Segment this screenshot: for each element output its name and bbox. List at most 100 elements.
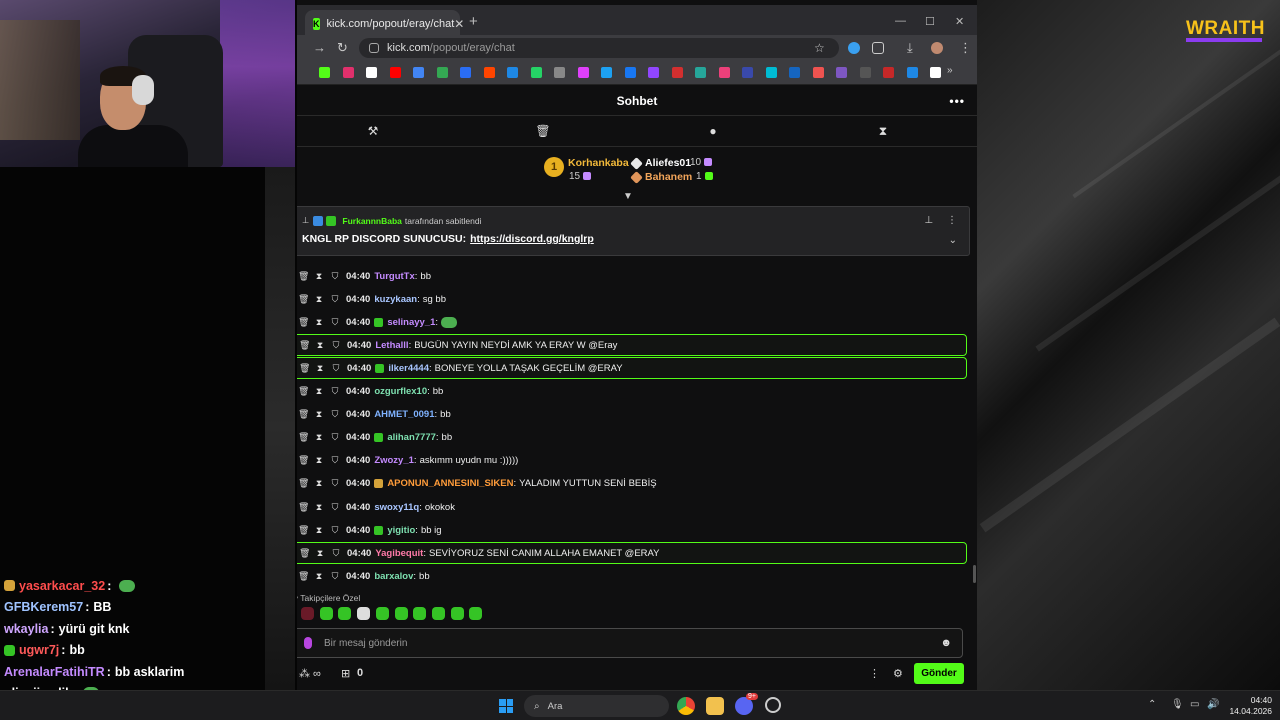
windows-start-icon[interactable] <box>499 699 513 713</box>
chat-message-row[interactable]: 🗑 ⧗ ⛉ 04:40 alihan7777: bb <box>297 427 967 449</box>
message-username[interactable]: AHMET_0091 <box>374 409 434 420</box>
ban-shield-icon[interactable]: ⛉ <box>331 340 341 351</box>
message-username[interactable]: ilker4444 <box>388 363 429 374</box>
microphone-tray-icon[interactable]: 🎙 <box>1171 699 1184 710</box>
chat-message-row[interactable]: 🗑 ⧗ ⛉ 04:40 TurgutTx: bb <box>297 265 967 287</box>
timeout-hourglass-icon[interactable]: ⧗ <box>314 478 324 489</box>
bookmark-favicon-icon[interactable] <box>577 67 589 78</box>
chrome-icon[interactable] <box>677 697 695 715</box>
emote-icon[interactable] <box>357 607 371 620</box>
volume-icon[interactable]: 🔊 <box>1207 699 1219 710</box>
maximize-icon[interactable]: ☐ <box>925 15 935 28</box>
timeout-hourglass-icon[interactable]: ⧗ <box>315 363 325 374</box>
extension-icon[interactable] <box>848 42 860 54</box>
bookmark-favicon-icon[interactable] <box>742 67 753 78</box>
emote-icon[interactable] <box>301 607 314 620</box>
ban-shield-icon[interactable]: ⛉ <box>330 571 340 582</box>
pinned-options-icon[interactable]: ⊥ ⋮ <box>924 215 957 226</box>
bookmark-favicon-icon[interactable] <box>436 67 448 78</box>
chat-message-row[interactable]: 🗑 ⧗ ⛉ 04:40 selinayy_1: <box>297 311 967 333</box>
extensions-puzzle-icon[interactable] <box>872 42 884 54</box>
message-username[interactable]: selinayy_1 <box>387 317 435 328</box>
pinned-link[interactable]: https://discord.gg/knglrp <box>470 233 594 245</box>
message-input-box[interactable]: ☻ <box>297 628 963 658</box>
bookmark-favicon-icon[interactable] <box>483 67 495 78</box>
timeout-hourglass-icon[interactable]: ⧗ <box>314 502 324 513</box>
file-explorer-icon[interactable] <box>706 697 724 715</box>
tray-overflow-icon[interactable]: ⌃ <box>1148 699 1156 710</box>
message-input[interactable] <box>324 634 914 652</box>
ban-shield-icon[interactable]: ⛉ <box>330 478 340 489</box>
timeout-hourglass-icon[interactable]: ⧗ <box>314 317 324 328</box>
ban-shield-icon[interactable]: ⛉ <box>330 502 340 513</box>
emoji-picker-icon[interactable]: ☻ <box>940 637 952 649</box>
ban-shield-icon[interactable]: ⛉ <box>330 409 340 420</box>
site-info-icon[interactable] <box>369 43 379 53</box>
delete-message-icon[interactable]: 🗑 <box>298 525 309 536</box>
delete-message-icon[interactable]: 🗑 <box>298 478 309 489</box>
ban-shield-icon[interactable]: ⛉ <box>331 363 341 374</box>
more-options-icon[interactable]: ⋮ <box>869 667 880 680</box>
bookmarks-overflow-icon[interactable]: » <box>947 65 958 76</box>
microphone-icon[interactable] <box>304 637 312 649</box>
close-window-icon[interactable]: ✕ <box>955 15 964 28</box>
emote-icon[interactable] <box>469 607 483 620</box>
bookmark-favicon-icon[interactable] <box>389 67 401 78</box>
message-username[interactable]: yigitio <box>387 525 415 536</box>
delete-message-icon[interactable]: 🗑 <box>298 502 309 513</box>
delete-message-icon[interactable]: 🗑 <box>298 571 309 582</box>
timeout-hourglass-icon[interactable]: ⧗ <box>314 571 324 582</box>
network-icon[interactable]: ▭ <box>1190 699 1199 710</box>
ban-shield-icon[interactable]: ⛉ <box>330 432 340 443</box>
chat-message-row[interactable]: 🗑 ⧗ ⛉ 04:40 AHMET_0091: bb <box>297 404 967 426</box>
timeout-hourglass-icon[interactable]: ⧗ <box>314 294 324 305</box>
ban-shield-icon[interactable]: ⛉ <box>330 386 340 397</box>
browser-tab[interactable]: K kick.com/popout/eray/chat ✕ <box>305 10 464 38</box>
chat-message-row[interactable]: 🗑 ⧗ ⛉ 04:40 barxalov: bb <box>297 565 967 587</box>
steam-icon[interactable] <box>765 697 781 713</box>
emote-icon[interactable] <box>450 607 464 620</box>
delete-trash-icon[interactable]: 🗑 <box>535 124 551 138</box>
bookmark-favicon-icon[interactable] <box>413 67 424 78</box>
message-username[interactable]: Zwozy_1 <box>374 455 414 466</box>
message-username[interactable]: Yagibequit <box>375 548 423 559</box>
browser-menu-icon[interactable]: ⋮ <box>959 40 972 56</box>
gift-box-icon[interactable]: ⊞ <box>341 667 350 680</box>
chat-message-row[interactable]: 🗑 ⧗ ⛉ 04:40 kuzykaan: sg bb <box>297 288 967 310</box>
ban-shield-icon[interactable]: ⛉ <box>330 525 340 536</box>
new-tab-icon[interactable]: + <box>469 13 478 30</box>
bookmark-favicon-icon[interactable] <box>648 67 659 78</box>
profile-avatar[interactable] <box>931 42 943 54</box>
timeout-hourglass-icon[interactable]: ⧗ <box>315 340 325 351</box>
timeout-hourglass-icon[interactable]: ⧗ <box>314 386 324 397</box>
leader-first-name[interactable]: Korhankaba <box>568 157 629 169</box>
delete-message-icon[interactable]: 🗑 <box>298 432 309 443</box>
timeout-hourglass-icon[interactable]: ⧗ <box>314 409 324 420</box>
bookmark-favicon-icon[interactable] <box>507 67 518 78</box>
reload-icon[interactable]: ↻ <box>337 40 348 56</box>
timeout-hourglass-icon[interactable]: ⧗ <box>314 455 324 466</box>
ban-shield-icon[interactable]: ⛉ <box>330 294 340 305</box>
leader-second-name[interactable]: Aliefes01 <box>645 157 691 169</box>
channel-points-icon[interactable]: ⁂ ∞ <box>299 667 321 680</box>
delete-message-icon[interactable]: 🗑 <box>298 409 309 420</box>
bookmark-favicon-icon[interactable] <box>460 67 471 78</box>
timeout-hourglass-icon[interactable]: ⧗ <box>314 525 324 536</box>
bookmark-favicon-icon[interactable] <box>859 67 871 78</box>
chat-message-row[interactable]: 🗑 ⧗ ⛉ 04:40 Lethalll: BUGÜN YAYIN NEYDİ AMK Y… <box>297 334 967 357</box>
ban-hammer-icon[interactable]: ⚒ <box>365 124 381 138</box>
close-tab-icon[interactable]: ✕ <box>454 17 464 31</box>
delete-message-icon[interactable]: 🗑 <box>298 294 309 305</box>
bookmark-favicon-icon[interactable] <box>601 67 612 78</box>
send-button[interactable]: Gönder <box>914 663 964 684</box>
bookmark-favicon-icon[interactable] <box>836 67 847 78</box>
message-username[interactable]: barxalov <box>374 571 413 582</box>
emote-icon[interactable] <box>413 607 427 620</box>
settings-gear-icon[interactable]: ⚙ <box>893 667 903 680</box>
timeout-hourglass-icon[interactable]: ⧗ <box>315 548 325 559</box>
message-username[interactable]: Lethalll <box>375 340 408 351</box>
ban-shield-icon[interactable]: ⛉ <box>331 548 341 559</box>
bookmark-favicon-icon[interactable] <box>366 67 377 78</box>
bookmark-favicon-icon[interactable] <box>554 67 565 78</box>
timeout-hourglass-icon[interactable]: ⧗ <box>314 271 324 282</box>
